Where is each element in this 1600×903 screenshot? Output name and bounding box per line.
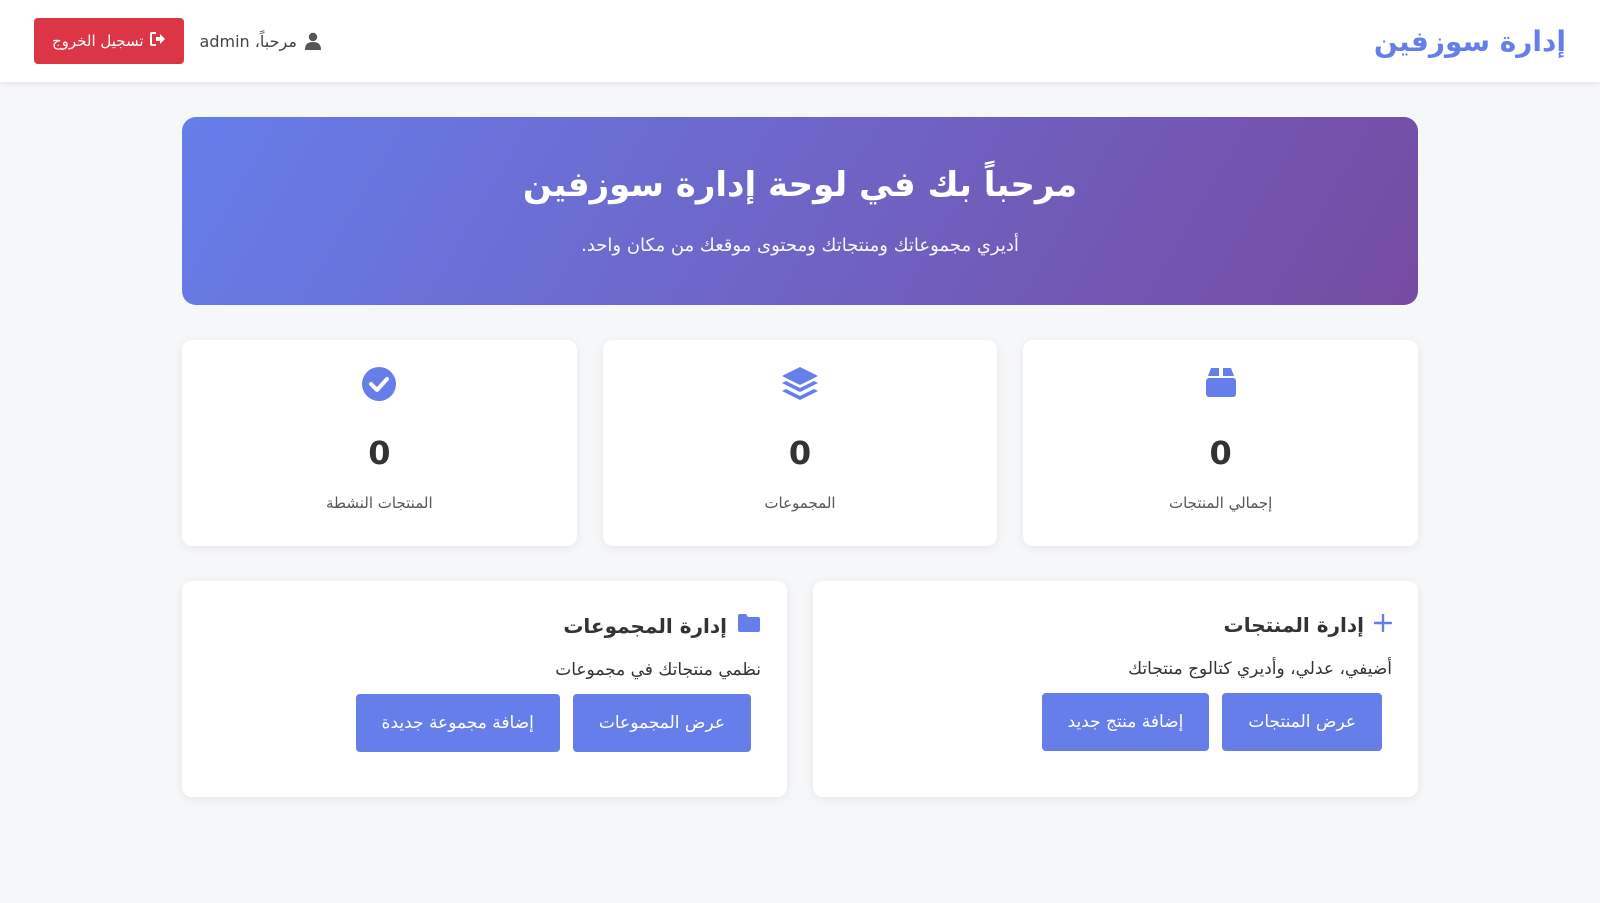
view-collections-button[interactable]: عرض المجموعات <box>572 694 751 752</box>
check-circle-icon <box>182 366 577 402</box>
plus-icon <box>1373 613 1393 637</box>
folder-icon <box>737 613 761 638</box>
stat-value: 0 <box>1209 434 1232 472</box>
logout-label: تسجيل الخروج <box>52 32 144 50</box>
add-collection-button[interactable]: إضافة مجموعة جديدة <box>355 694 560 752</box>
products-panel-title: إدارة المنتجات <box>839 613 1393 637</box>
stat-card-total-products: 0 إجمالي المنتجات <box>1023 340 1418 546</box>
welcome-banner: مرحباً بك في لوحة إدارة سوزفين أديري مجم… <box>182 117 1418 305</box>
collections-panel-title: إدارة المجموعات <box>208 613 761 638</box>
logout-button[interactable]: تسجيل الخروج <box>34 18 184 64</box>
management-panels: إدارة المنتجات أضيفي، عدلي، وأديري كتالو… <box>182 581 1418 797</box>
products-title-text: إدارة المنتجات <box>1223 613 1364 637</box>
stat-label: المجموعات <box>764 494 836 512</box>
user-icon <box>304 32 321 50</box>
collections-panel: إدارة المجموعات نظمي منتجاتك في مجموعات … <box>182 581 787 797</box>
welcome-title: مرحباً بك في لوحة إدارة سوزفين <box>522 165 1078 205</box>
stat-label: المنتجات النشطة <box>326 494 433 512</box>
stat-value: 0 <box>788 434 812 472</box>
top-navbar: إدارة سوزفين مرحباً، admin تسجيل الخروج <box>0 0 1600 82</box>
brand-title[interactable]: إدارة سوزفين <box>1374 25 1566 58</box>
products-panel: إدارة المنتجات أضيفي، عدلي، وأديري كتالو… <box>813 581 1418 797</box>
products-actions: عرض المنتجات إضافة منتج جديد <box>839 693 1392 751</box>
welcome-subtitle: أديري مجموعاتك ومنتجاتك ومحتوى موقعك من … <box>581 235 1019 256</box>
logout-icon <box>149 32 166 50</box>
stat-card-collections: 0 المجموعات <box>602 340 998 546</box>
layers-icon <box>603 366 998 402</box>
greeting-text: مرحباً، admin <box>199 31 297 51</box>
navbar-user-area: مرحباً، admin تسجيل الخروج <box>34 18 321 64</box>
products-description: أضيفي، عدلي، وأديري كتالوج منتجاتك <box>1128 659 1392 679</box>
view-products-button[interactable]: عرض المنتجات <box>1222 693 1382 751</box>
user-greeting: مرحباً، admin <box>200 32 321 51</box>
stats-row: 0 إجمالي المنتجات 0 المجموعات 0 المنتجات… <box>181 340 1418 546</box>
dashboard-content: مرحباً بك في لوحة إدارة سوزفين أديري مجم… <box>181 117 1418 797</box>
stat-value: 0 <box>368 434 391 472</box>
collections-description: نظمي منتجاتك في مجموعات <box>555 660 761 680</box>
stat-card-active-products: 0 المنتجات النشطة <box>181 340 577 546</box>
collections-title-text: إدارة المجموعات <box>563 613 727 638</box>
stat-label: إجمالي المنتجات <box>1168 494 1273 512</box>
collections-actions: عرض المجموعات إضافة مجموعة جديدة <box>208 694 761 752</box>
box-icon <box>1023 366 1418 402</box>
add-product-button[interactable]: إضافة منتج جديد <box>1041 693 1210 751</box>
